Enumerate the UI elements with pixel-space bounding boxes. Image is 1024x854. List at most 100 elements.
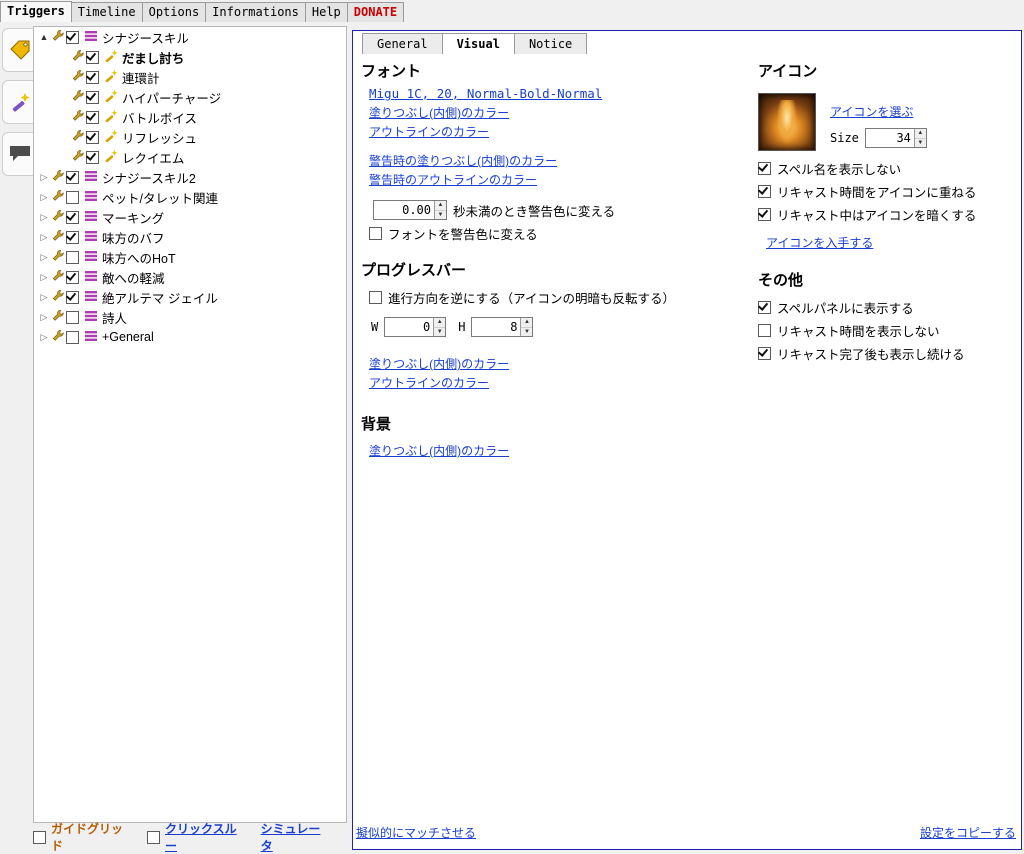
height-input[interactable] (472, 318, 521, 336)
font-warn-color-checkbox[interactable] (369, 227, 382, 240)
tree-row-checkbox[interactable] (86, 110, 99, 124)
icon-option-row-2[interactable]: リキャスト中はアイコンを暗くする (758, 205, 1008, 224)
wrench-icon[interactable] (50, 29, 66, 45)
tree-row[interactable]: リフレッシュ (34, 127, 346, 147)
tree-row[interactable]: だまし討ち (34, 47, 346, 67)
tab-triggers[interactable]: Triggers (0, 1, 72, 22)
overlay-recast-checkbox[interactable] (758, 185, 771, 198)
tree-row-checkbox[interactable] (66, 330, 79, 344)
subtab-notice[interactable]: Notice (513, 33, 588, 54)
wrench-icon[interactable] (70, 49, 86, 65)
copy-settings-link[interactable]: 設定をコピーする (920, 824, 1016, 841)
wrench-icon[interactable] (70, 89, 86, 105)
guide-grid-toggle[interactable]: ガイドグリッド (33, 820, 133, 854)
tree-row-checkbox[interactable] (86, 90, 99, 104)
font-value-link[interactable]: Migu 1C, 20, Normal-Bold-Normal (369, 86, 741, 101)
tab-help[interactable]: Help (304, 2, 348, 22)
tab-timeline[interactable]: Timeline (70, 2, 143, 22)
tree-row-checkbox[interactable] (86, 130, 99, 144)
icon-size-down-icon[interactable]: ▼ (914, 138, 926, 147)
tab-informations[interactable]: Informations (205, 2, 306, 22)
tree-row-checkbox[interactable] (86, 150, 99, 164)
subtab-visual[interactable]: Visual (441, 33, 515, 54)
background-fill-color-link[interactable]: 塗りつぶし(内側)のカラー (369, 442, 741, 459)
tree-row[interactable]: バトルボイス (34, 107, 346, 127)
tree-row-checkbox[interactable] (66, 290, 79, 304)
keep-after-recast-checkbox[interactable] (758, 347, 771, 360)
icon-size-stepper[interactable]: ▲▼ (864, 128, 927, 148)
wrench-icon[interactable] (50, 209, 66, 225)
show-in-spell-panel-checkbox[interactable] (758, 301, 771, 314)
wrench-icon[interactable] (50, 329, 66, 345)
tab-donate[interactable]: DONATE (346, 2, 405, 22)
tree-row-checkbox[interactable] (66, 30, 79, 44)
icon-preview[interactable] (758, 93, 816, 151)
progress-reverse-checkbox[interactable] (369, 291, 382, 304)
tree-row-checkbox[interactable] (66, 170, 79, 184)
tree-row-checkbox[interactable] (66, 310, 79, 324)
wrench-icon[interactable] (70, 69, 86, 85)
chevron-right-icon[interactable]: ▷ (38, 312, 50, 323)
warn-seconds-down-icon[interactable]: ▼ (435, 210, 446, 219)
chevron-right-icon[interactable]: ▷ (38, 252, 50, 263)
tab-options[interactable]: Options (141, 2, 207, 22)
wrench-icon[interactable] (70, 149, 86, 165)
font-outline-color-link[interactable]: アウトラインのカラー (369, 123, 741, 140)
tree-row-checkbox[interactable] (66, 250, 79, 264)
tree-row[interactable]: 連環計 (34, 67, 346, 87)
tree-row[interactable]: ▷ 敵への軽減 (34, 267, 346, 287)
icon-size-up-icon[interactable]: ▲ (914, 129, 926, 139)
click-through-label[interactable]: クリックスルー (165, 820, 247, 854)
icon-get-link[interactable]: アイコンを入手する (766, 234, 1008, 251)
other-option-row-2[interactable]: リキャスト完了後も表示し続ける (758, 344, 1008, 363)
tree-row[interactable]: ▷ 絶アルテマ ジェイル (34, 287, 346, 307)
icon-size-input[interactable] (865, 129, 914, 147)
progress-reverse-row[interactable]: 進行方向を逆にする（アイコンの明暗も反転する） (369, 288, 741, 307)
click-through-checkbox[interactable] (147, 830, 160, 844)
chevron-right-icon[interactable]: ▷ (38, 292, 50, 303)
width-input[interactable] (385, 318, 434, 336)
wrench-icon[interactable] (70, 109, 86, 125)
progress-outline-color-link[interactable]: アウトラインのカラー (369, 374, 741, 391)
wrench-icon[interactable] (70, 129, 86, 145)
tree-row[interactable]: レクイエム (34, 147, 346, 167)
wrench-icon[interactable] (50, 169, 66, 185)
click-through-toggle[interactable]: クリックスルー (147, 820, 247, 854)
chevron-down-icon[interactable]: ▲ (38, 32, 50, 42)
font-fill-color-link[interactable]: 塗りつぶし(内側)のカラー (369, 104, 741, 121)
height-stepper[interactable]: ▲▼ (471, 317, 534, 337)
tree-row[interactable]: ハイパーチャージ (34, 87, 346, 107)
tree-row[interactable]: ▷ 味方へのHoT (34, 247, 346, 267)
width-down-icon[interactable]: ▼ (434, 327, 446, 336)
tree-row-checkbox[interactable] (86, 50, 99, 64)
tree-row[interactable]: ▷ マーキング (34, 207, 346, 227)
chevron-right-icon[interactable]: ▷ (38, 232, 50, 243)
tree-row-checkbox[interactable] (66, 190, 79, 204)
chevron-right-icon[interactable]: ▷ (38, 212, 50, 223)
simulator-button[interactable]: シミュレータ (261, 820, 331, 854)
pseudo-match-link[interactable]: 擬似的にマッチさせる (356, 824, 476, 841)
wrench-icon[interactable] (50, 249, 66, 265)
trigger-tree[interactable]: ▲ シナジースキル だまし討ち 連環計 ハイパーチャージ バトルボイス リフレッシュ レクイエ… (33, 26, 347, 823)
chevron-right-icon[interactable]: ▷ (38, 332, 50, 343)
wrench-icon[interactable] (50, 269, 66, 285)
tree-row[interactable]: ▲ シナジースキル (34, 27, 346, 47)
warn-outline-color-link[interactable]: 警告時のアウトラインのカラー (369, 171, 741, 188)
wrench-icon[interactable] (50, 309, 66, 325)
height-down-icon[interactable]: ▼ (521, 327, 533, 336)
tree-row-checkbox[interactable] (86, 70, 99, 84)
progress-fill-color-link[interactable]: 塗りつぶし(内側)のカラー (369, 355, 741, 372)
simulator-label[interactable]: シミュレータ (261, 820, 331, 854)
tree-row-checkbox[interactable] (66, 230, 79, 244)
icon-option-row-1[interactable]: リキャスト時間をアイコンに重ねる (758, 182, 1008, 201)
icon-option-row-0[interactable]: スペル名を表示しない (758, 159, 1008, 178)
tree-row[interactable]: ▷ +General (34, 327, 346, 347)
chevron-right-icon[interactable]: ▷ (38, 272, 50, 283)
chevron-right-icon[interactable]: ▷ (38, 192, 50, 203)
tree-row[interactable]: ▷ 味方のバフ (34, 227, 346, 247)
font-warn-color-row[interactable]: フォントを警告色に変える (369, 224, 741, 243)
width-up-icon[interactable]: ▲ (434, 318, 446, 328)
warn-fill-color-link[interactable]: 警告時の塗りつぶし(内側)のカラー (369, 152, 741, 169)
tree-row-checkbox[interactable] (66, 210, 79, 224)
chevron-right-icon[interactable]: ▷ (38, 172, 50, 183)
